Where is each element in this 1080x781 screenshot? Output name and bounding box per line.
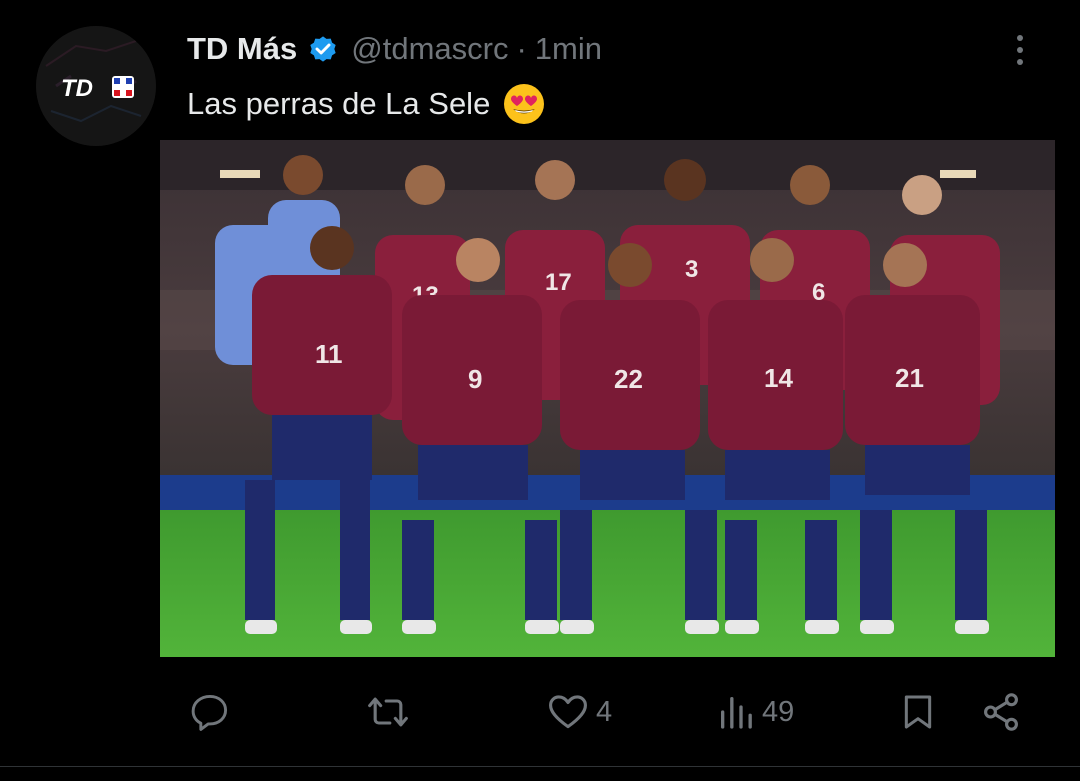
views-count: 49 [762, 695, 795, 728]
tdmas-logo: TD [36, 26, 156, 146]
team-photo-image: 13 17 3 6 [160, 140, 1055, 657]
share-button[interactable] [980, 680, 1022, 744]
repost-button[interactable] [366, 680, 410, 744]
more-options-button[interactable] [1004, 28, 1036, 72]
jersey-number: 3 [685, 256, 698, 283]
more-dot [1017, 35, 1023, 41]
heart-icon [549, 695, 587, 729]
tweet-media-image[interactable]: 13 17 3 6 [160, 140, 1055, 657]
author-avatar[interactable]: TD [36, 26, 156, 146]
reply-icon [191, 694, 228, 731]
jersey-number: 9 [468, 364, 482, 394]
reply-button[interactable] [188, 680, 232, 744]
jersey-number: 21 [895, 363, 924, 393]
tweet-timestamp[interactable]: 1min [535, 31, 602, 67]
jersey-number: 11 [315, 339, 343, 369]
tweet-header: TD Más @tdmascrc · 1min [187, 26, 602, 72]
more-dot [1017, 59, 1023, 65]
tweet-text: Las perras de La Sele [187, 82, 546, 126]
tweet-text-content: Las perras de La Sele [187, 86, 491, 121]
jersey-number: 17 [545, 269, 572, 296]
tweet-actions-bar: 4 49 [0, 680, 1080, 744]
jersey-number: 22 [614, 364, 643, 394]
heart-eyes-emoji-icon [504, 84, 545, 124]
views-icon [721, 697, 752, 729]
verified-badge-icon [310, 36, 336, 62]
share-icon [984, 693, 1018, 731]
author-handle[interactable]: @tdmascrc [351, 31, 508, 67]
bookmark-button[interactable] [898, 680, 938, 744]
repost-icon [368, 697, 408, 727]
views-button[interactable]: 49 [716, 680, 794, 744]
separator-dot: · [516, 31, 527, 66]
svg-text:TD: TD [61, 75, 93, 102]
bookmark-icon [904, 695, 932, 729]
divider [0, 766, 1080, 767]
author-name[interactable]: TD Más [187, 31, 297, 67]
like-button[interactable]: 4 [546, 680, 612, 744]
jersey-number: 14 [764, 363, 793, 393]
like-count: 4 [596, 695, 613, 728]
more-dot [1017, 47, 1023, 53]
